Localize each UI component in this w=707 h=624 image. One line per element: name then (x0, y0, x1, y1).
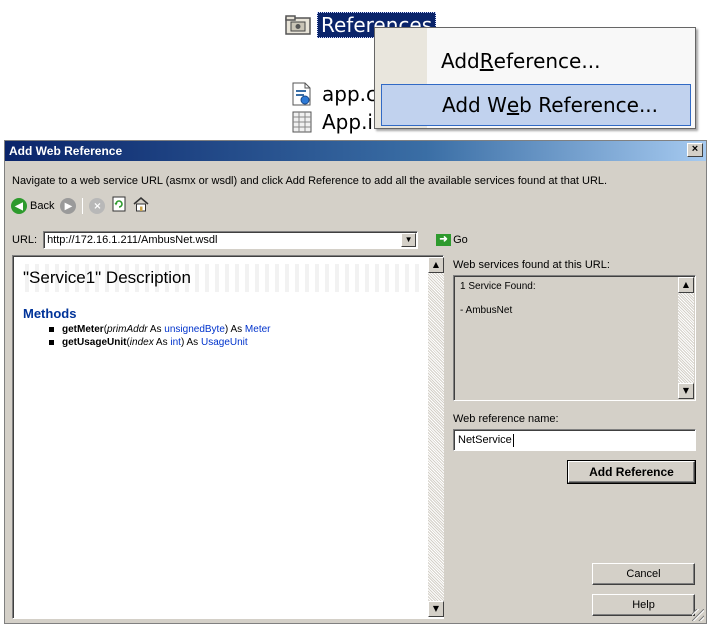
services-found-box[interactable]: 1 Service Found: - AmbusNet ▲ ▼ (453, 275, 696, 401)
menu-label-add-reference-post: eference... (493, 49, 601, 73)
methods-heading: Methods (23, 306, 77, 321)
forward-arrow-icon[interactable]: ▶ (60, 198, 77, 214)
go-button[interactable]: ➜ Go (436, 234, 468, 246)
go-label: Go (453, 234, 468, 246)
file-label-app-icon[interactable]: App.i (322, 110, 373, 134)
return-type-link[interactable]: Meter (245, 324, 271, 335)
bullet-icon (49, 340, 54, 345)
menu-accel-add-reference: R (479, 49, 494, 73)
url-value[interactable]: http://172.16.1.211/AmbusNet.wsdl (47, 234, 217, 246)
toolbar-separator (82, 198, 84, 214)
help-button[interactable]: Help (592, 594, 695, 616)
param-type-link[interactable]: unsignedByte (164, 324, 225, 335)
add-web-reference-dialog: Add Web Reference × Navigate to a web se… (4, 140, 707, 624)
list-item: getUsageUnit(index As int) As UsageUnit (49, 336, 270, 349)
services-count: 1 Service Found: (460, 281, 536, 292)
method-close: ) As (224, 324, 245, 335)
back-label: Back (30, 200, 55, 212)
method-param: primAddr (107, 324, 148, 335)
url-row: URL: http://172.16.1.211/AmbusNet.wsdl ▼… (12, 231, 468, 249)
method-name-link[interactable]: getMeter (62, 324, 104, 335)
back-button[interactable]: ◀ Back (11, 198, 54, 214)
cancel-button[interactable]: Cancel (592, 563, 695, 585)
file-label-app-config[interactable]: app.c (322, 82, 377, 106)
bullet-icon (49, 327, 54, 332)
solution-explorer-snippet: References app.c App.i Add R eference...… (0, 0, 707, 140)
refresh-icon[interactable] (111, 196, 127, 216)
dialog-titlebar[interactable]: Add Web Reference × (5, 141, 706, 161)
file-item-app-icon[interactable]: App.i (290, 110, 373, 134)
reference-name-input[interactable]: NetService (453, 429, 696, 451)
context-menu: Add Reference... Add Web Reference... (374, 27, 696, 129)
reference-name-label: Web reference name: (453, 413, 559, 425)
service-description-pane[interactable]: "Service1" Description Methods getMeter(… (12, 255, 444, 619)
scroll-up-icon[interactable]: ▲ (428, 257, 444, 273)
menu-item-add-web-reference[interactable]: Add Web Reference... (381, 84, 691, 126)
text-caret (512, 433, 514, 447)
menu-label-add-web-reference-pre: Add W (442, 93, 507, 117)
method-close: ) As (180, 337, 201, 348)
url-label: URL: (12, 234, 38, 246)
references-folder-icon (285, 13, 311, 37)
stop-icon[interactable]: × (89, 198, 106, 214)
icon-file-icon (290, 110, 316, 134)
method-as: As (147, 324, 165, 335)
description-scrollbar[interactable]: ▲ ▼ (428, 257, 444, 617)
scroll-down-icon[interactable]: ▼ (428, 601, 444, 617)
service-list-item[interactable]: - AmbusNet (460, 305, 512, 316)
methods-list: getMeter(primAddr As unsignedByte) As Me… (49, 323, 270, 349)
home-icon[interactable] (133, 196, 149, 216)
close-icon[interactable]: × (687, 143, 703, 157)
file-item-app-config[interactable]: app.c (290, 82, 377, 106)
dialog-title: Add Web Reference (9, 144, 123, 158)
scroll-down-icon[interactable]: ▼ (678, 383, 694, 399)
menu-accel-add-web-reference: e (506, 93, 520, 117)
list-item: getMeter(primAddr As unsignedByte) As Me… (49, 323, 270, 336)
return-type-link[interactable]: UsageUnit (201, 337, 248, 348)
resize-grip-icon[interactable] (692, 609, 704, 621)
reference-name-value[interactable]: NetService (458, 434, 512, 446)
menu-label-add-reference-pre: Add (441, 49, 480, 73)
menu-label-add-web-reference-post: b Reference... (519, 93, 659, 117)
go-arrow-icon: ➜ (436, 234, 452, 246)
add-reference-button[interactable]: Add Reference (567, 460, 696, 484)
scroll-up-icon[interactable]: ▲ (678, 277, 694, 293)
back-arrow-icon: ◀ (11, 198, 27, 214)
param-type-link[interactable]: int (170, 337, 181, 348)
services-found-label: Web services found at this URL: (453, 259, 610, 271)
method-name-link[interactable]: getUsageUnit (62, 337, 126, 348)
browser-toolbar: ◀ Back ▶ × (11, 195, 149, 217)
instruction-text: Navigate to a web service URL (asmx or w… (12, 175, 608, 187)
method-param: index (129, 337, 154, 348)
menu-item-add-reference[interactable]: Add Reference... (427, 40, 691, 82)
service-title: "Service1" Description (23, 268, 191, 287)
url-combobox[interactable]: http://172.16.1.211/AmbusNet.wsdl ▼ (43, 231, 419, 249)
config-file-icon (290, 82, 316, 106)
chevron-down-icon[interactable]: ▼ (401, 233, 417, 247)
method-as: As (153, 337, 171, 348)
services-scrollbar[interactable]: ▲ ▼ (678, 277, 694, 399)
